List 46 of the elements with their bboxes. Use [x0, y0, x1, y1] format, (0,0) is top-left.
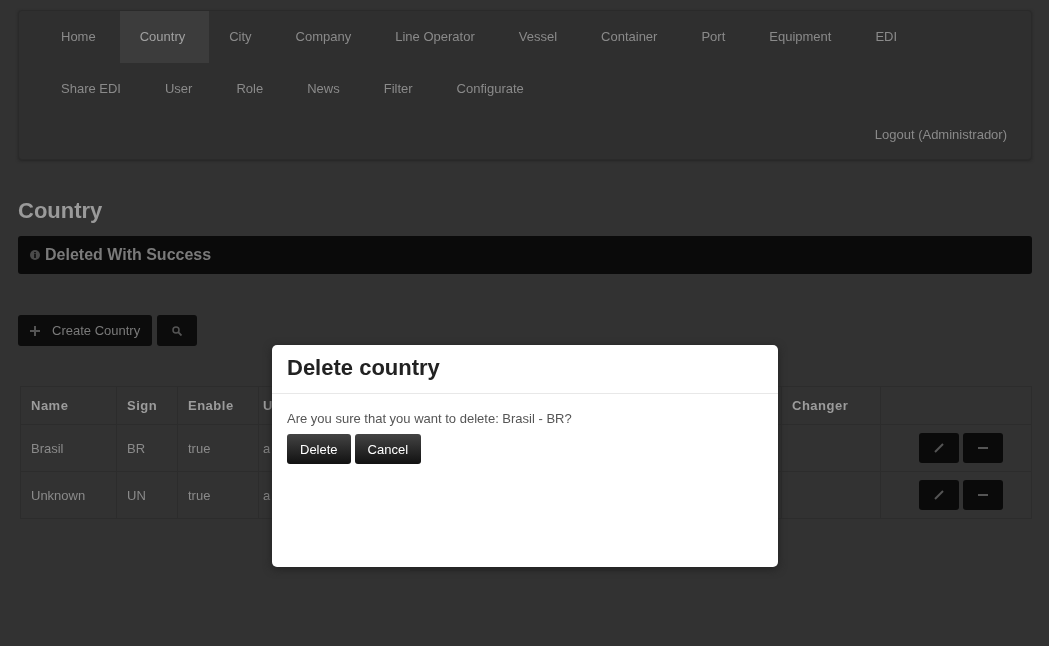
nav-link[interactable]: Vessel — [498, 11, 582, 63]
column-header: Sign — [116, 386, 178, 425]
table-cell: true — [177, 424, 259, 472]
create-button[interactable]: Create Country — [18, 315, 153, 346]
info-icon — [30, 250, 40, 260]
nav-link[interactable]: Country — [119, 11, 210, 63]
alert-message: Deleted With Success — [45, 246, 212, 264]
search-icon — [172, 325, 183, 336]
table-cell: BR — [116, 424, 178, 472]
edit-button[interactable] — [919, 480, 959, 510]
column-header: Enable — [177, 386, 259, 425]
pencil-icon — [934, 490, 944, 500]
page-title: Country — [18, 198, 104, 224]
nav-link[interactable]: Role — [216, 63, 288, 115]
table-cell: UN — [116, 471, 178, 519]
dialog-title: Delete country — [287, 354, 441, 381]
nav-link[interactable]: City — [209, 11, 276, 63]
cancel-button[interactable]: Cancel — [354, 434, 422, 464]
minus-icon — [978, 446, 988, 450]
edit-button[interactable] — [919, 433, 959, 463]
nav-link[interactable]: Share EDI — [61, 63, 145, 115]
nav-link[interactable]: Container — [581, 11, 682, 63]
column-header: Name — [20, 386, 117, 425]
table-cell: Unknown — [20, 471, 117, 519]
nav-link[interactable]: Company — [275, 11, 376, 63]
logout-link[interactable]: Logout (Administrador) — [874, 127, 1007, 142]
nav-link[interactable]: Equipment — [749, 11, 856, 63]
nav-link[interactable]: Home — [61, 11, 120, 63]
delete-button[interactable]: Delete — [287, 434, 351, 464]
column-header: Changer — [781, 386, 881, 425]
nav-link[interactable]: Line Operator — [375, 11, 499, 63]
nav-link[interactable]: Configurate — [436, 63, 548, 115]
dialog-message: Are you sure that you want to delete: Brasil - BR? — [287, 411, 573, 426]
nav-link[interactable]: Filter — [363, 63, 437, 115]
pencil-icon — [934, 443, 944, 453]
nav-link[interactable]: News — [287, 63, 364, 115]
table-cell: Brasil — [20, 424, 117, 472]
table-cell: true — [177, 471, 259, 519]
minus-icon — [978, 493, 988, 497]
plus-icon — [30, 325, 40, 336]
nav-link[interactable]: EDI — [855, 11, 922, 63]
search-button[interactable] — [157, 315, 198, 346]
remove-button[interactable] — [963, 433, 1003, 463]
nav-link[interactable]: User — [145, 63, 217, 115]
nav-link[interactable]: Port — [681, 11, 750, 63]
remove-button[interactable] — [963, 480, 1003, 510]
